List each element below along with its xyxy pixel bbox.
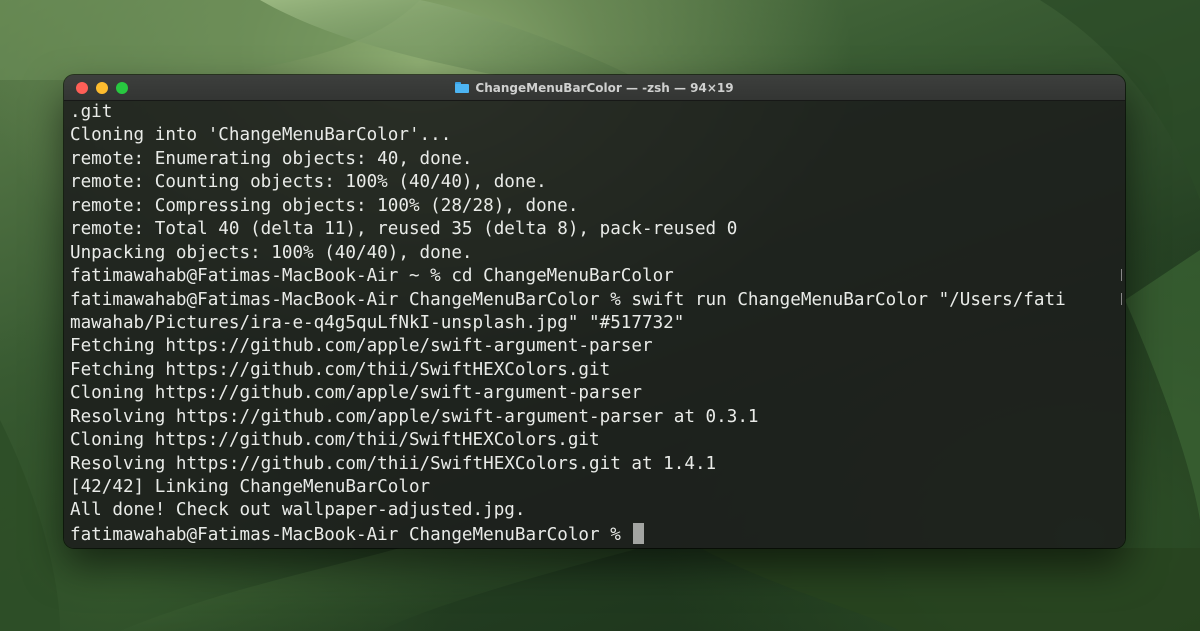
window-title-group: ChangeMenuBarColor — -zsh — 94×19 [64,75,1125,100]
terminal-line: All done! Check out wallpaper-adjusted.j… [70,500,526,521]
folder-icon [455,82,470,93]
terminal-line: Cloning https://github.com/thii/SwiftHEX… [70,430,600,451]
terminal-line: Resolving https://github.com/apple/swift… [70,406,759,427]
prompt-line[interactable]: fatimawahab@Fatimas-MacBook-Air ChangeMe… [70,522,1125,546]
terminal-line: remote: Enumerating objects: 40, done. [70,148,473,169]
terminal-line: [42/42] Linking ChangeMenuBarColor [70,477,431,497]
shell-prompt: fatimawahab@Fatimas-MacBook-Air ChangeMe… [70,524,632,545]
terminal-line: remote: Compressing objects: 100% (28/28… [70,195,579,216]
terminal-line: Fetching https://github.com/thii/SwiftHE… [70,359,611,380]
terminal-output[interactable]: .git Cloning into 'ChangeMenuBarColor'..… [64,101,1125,548]
terminal-line: remote: Total 40 (delta 11), reused 35 (… [70,219,738,240]
terminal-line: Fetching https://github.com/apple/swift-… [70,336,653,357]
title-bar[interactable]: ChangeMenuBarColor — -zsh — 94×19 [64,75,1125,101]
terminal-line: Cloning into 'ChangeMenuBarColor'... [70,125,452,146]
window-title: ChangeMenuBarColor — -zsh — 94×19 [475,80,734,95]
terminal-line: fatimawahab@Fatimas-MacBook-Air ~ % cd C… [70,266,674,287]
terminal-line: remote: Counting objects: 100% (40/40), … [70,172,547,193]
terminal-line: fatimawahab@Fatimas-MacBook-Air ChangeMe… [70,289,1066,310]
terminal-line: .git [70,102,113,122]
terminal-line: Resolving https://github.com/thii/SwiftH… [70,453,717,474]
mark-indicator [1121,269,1122,281]
terminal-line: Cloning https://github.com/apple/swift-a… [70,383,642,404]
terminal-window[interactable]: ChangeMenuBarColor — -zsh — 94×19 .git C… [64,75,1125,548]
terminal-line: mawahab/Pictures/ira-e-q4g5quLfNkI-unspl… [70,312,685,333]
terminal-line: Unpacking objects: 100% (40/40), done. [70,242,473,263]
text-cursor [633,522,645,544]
mark-indicator [1121,293,1122,305]
